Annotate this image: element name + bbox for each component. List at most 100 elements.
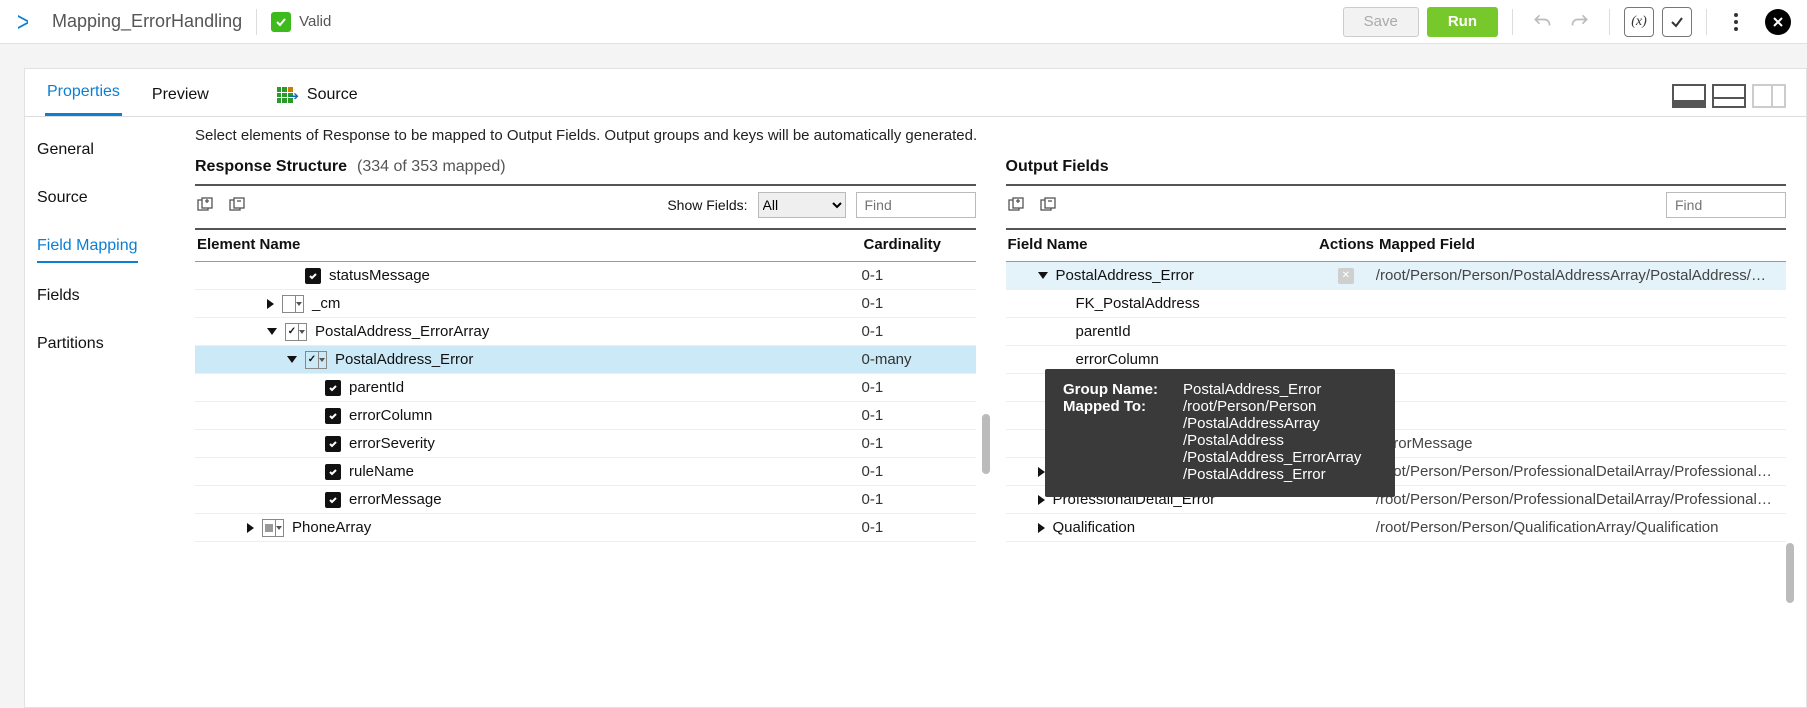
checkbox-icon[interactable] xyxy=(325,380,341,396)
output-find-input[interactable] xyxy=(1666,192,1786,218)
chevron-right-icon[interactable] xyxy=(1038,523,1045,533)
tab-properties[interactable]: Properties xyxy=(45,73,122,116)
divider xyxy=(1706,9,1707,35)
th-actions: Actions xyxy=(1319,236,1379,253)
cardinality: 0-1 xyxy=(862,491,972,508)
redo-icon[interactable] xyxy=(1565,7,1595,37)
save-button[interactable]: Save xyxy=(1343,7,1419,37)
response-tree[interactable]: statusMessage0-1_cm0-1PostalAddress_Erro… xyxy=(195,262,976,542)
response-find-input[interactable] xyxy=(856,192,976,218)
checkbox-icon[interactable] xyxy=(325,464,341,480)
checkbox-dropdown-icon[interactable] xyxy=(282,295,304,313)
cardinality: 0-1 xyxy=(862,435,972,452)
tree-row[interactable]: FK_PostalAddress xyxy=(1006,290,1787,318)
response-title: Response Structure xyxy=(195,158,347,176)
tree-row[interactable]: parentId0-1 xyxy=(195,374,976,402)
mapped-field: /errorMessage xyxy=(1376,435,1782,452)
cardinality: 0-1 xyxy=(862,295,972,312)
element-name: ruleName xyxy=(349,463,414,480)
sidemenu-field-mapping[interactable]: Field Mapping xyxy=(37,231,138,263)
field-name: parentId xyxy=(1076,323,1131,340)
field-name: PostalAddress_Error xyxy=(1056,267,1194,284)
field-name: Qualification xyxy=(1053,519,1136,536)
layout-split-h-icon[interactable] xyxy=(1712,84,1746,108)
vertical-scrollbar[interactable] xyxy=(982,414,990,474)
checkbox-dropdown-icon[interactable] xyxy=(262,519,284,537)
main-panel: Properties Preview ➔ Source General Sour… xyxy=(24,68,1807,708)
cardinality: 0-1 xyxy=(862,407,972,424)
collapse-all-icon[interactable] xyxy=(1038,195,1060,215)
variable-icon[interactable]: (x) xyxy=(1624,7,1654,37)
layout-split-v-icon[interactable] xyxy=(1752,84,1786,108)
arrow-icon: ➔ xyxy=(289,89,299,103)
sidemenu-fields[interactable]: Fields xyxy=(37,281,165,311)
cardinality: 0-1 xyxy=(862,519,972,536)
checkbox-icon[interactable] xyxy=(325,408,341,424)
validate-icon[interactable] xyxy=(1662,7,1692,37)
tree-row[interactable]: PostalAddress_Error ✕ /root/Person/Person/… xyxy=(1006,262,1787,290)
sidemenu-partitions[interactable]: Partitions xyxy=(37,329,165,359)
cardinality: 0-1 xyxy=(862,379,972,396)
tab-source[interactable]: ➔ Source xyxy=(275,76,360,116)
element-name: errorColumn xyxy=(349,407,432,424)
tree-row[interactable]: parentId xyxy=(1006,318,1787,346)
tree-row[interactable]: errorColumn 0-1 xyxy=(195,402,976,430)
cardinality: 0-1 xyxy=(862,323,972,340)
th-cardinality: Cardinality xyxy=(864,236,974,253)
checkbox-icon[interactable] xyxy=(325,436,341,452)
mapping-icon xyxy=(16,13,38,31)
help-text: Select elements of Response to be mapped… xyxy=(195,127,1786,144)
response-count: (334 of 353 mapped) xyxy=(357,158,506,176)
checkbox-icon[interactable] xyxy=(305,268,321,284)
mapping-title: Mapping_ErrorHandling xyxy=(52,11,242,32)
vertical-scrollbar[interactable] xyxy=(1786,543,1794,603)
tab-preview[interactable]: Preview xyxy=(150,76,211,116)
mapped-field: /root/Person/Person/PostalAddressArray/P… xyxy=(1376,267,1782,284)
undo-icon[interactable] xyxy=(1527,7,1557,37)
sidemenu-source[interactable]: Source xyxy=(37,183,165,213)
element-name: PhoneArray xyxy=(292,519,371,536)
th-mapped-field: Mapped Field xyxy=(1379,236,1784,253)
validation-status: Valid xyxy=(271,12,331,32)
checkbox-icon[interactable] xyxy=(325,492,341,508)
sidemenu-general[interactable]: General xyxy=(37,135,165,165)
chevron-right-icon[interactable] xyxy=(1038,467,1045,477)
tree-row[interactable]: ruleName 0-1 xyxy=(195,458,976,486)
chevron-right-icon[interactable] xyxy=(247,523,254,533)
response-structure-panel: Response Structure (334 of 353 mapped) xyxy=(195,154,976,697)
top-toolbar: Mapping_ErrorHandling Valid Save Run (x) xyxy=(0,0,1807,44)
tree-row[interactable]: PostalAddress_ErrorArray0-1 xyxy=(195,318,976,346)
tree-row[interactable]: Qualification/root/Person/Person/Qualifi… xyxy=(1006,514,1787,542)
more-menu-icon[interactable] xyxy=(1721,7,1751,37)
chevron-right-icon[interactable] xyxy=(267,299,274,309)
close-window-icon[interactable] xyxy=(1765,9,1791,35)
divider xyxy=(1512,9,1513,35)
tree-row[interactable]: PostalAddress_Error0-many xyxy=(195,346,976,374)
tree-row[interactable]: _cm0-1 xyxy=(195,290,976,318)
mapped-field: /root/Person/Person/ProfessionalDetailAr… xyxy=(1376,463,1782,480)
element-name: errorSeverity xyxy=(349,435,435,452)
tree-row[interactable]: errorSeverity 0-1 xyxy=(195,430,976,458)
element-name: errorMessage xyxy=(349,491,442,508)
expand-all-icon[interactable] xyxy=(195,195,217,215)
run-button[interactable]: Run xyxy=(1427,7,1498,37)
checkbox-dropdown-icon[interactable] xyxy=(285,323,307,341)
tree-row[interactable]: errorMessage 0-1 xyxy=(195,486,976,514)
tree-row[interactable]: statusMessage0-1 xyxy=(195,262,976,290)
collapse-all-icon[interactable] xyxy=(227,195,249,215)
show-fields-select[interactable]: All xyxy=(758,192,846,218)
chevron-right-icon[interactable] xyxy=(1038,495,1045,505)
layout-bottom-icon[interactable] xyxy=(1672,84,1706,108)
tree-row[interactable]: PhoneArray 0-1 xyxy=(195,514,976,542)
expand-all-icon[interactable] xyxy=(1006,195,1028,215)
chevron-down-icon[interactable] xyxy=(287,356,297,363)
show-fields-label: Show Fields: xyxy=(667,197,747,213)
checkbox-dropdown-icon[interactable] xyxy=(305,351,327,369)
tooltip-mapped-to-value: /root/Person/Person/PostalAddressArray/P… xyxy=(1183,398,1377,483)
cardinality: 0-1 xyxy=(862,463,972,480)
delete-icon[interactable]: ✕ xyxy=(1338,268,1354,284)
output-title: Output Fields xyxy=(1006,158,1109,176)
field-name: errorColumn xyxy=(1076,351,1159,368)
chevron-down-icon[interactable] xyxy=(1038,272,1048,279)
chevron-down-icon[interactable] xyxy=(267,328,277,335)
